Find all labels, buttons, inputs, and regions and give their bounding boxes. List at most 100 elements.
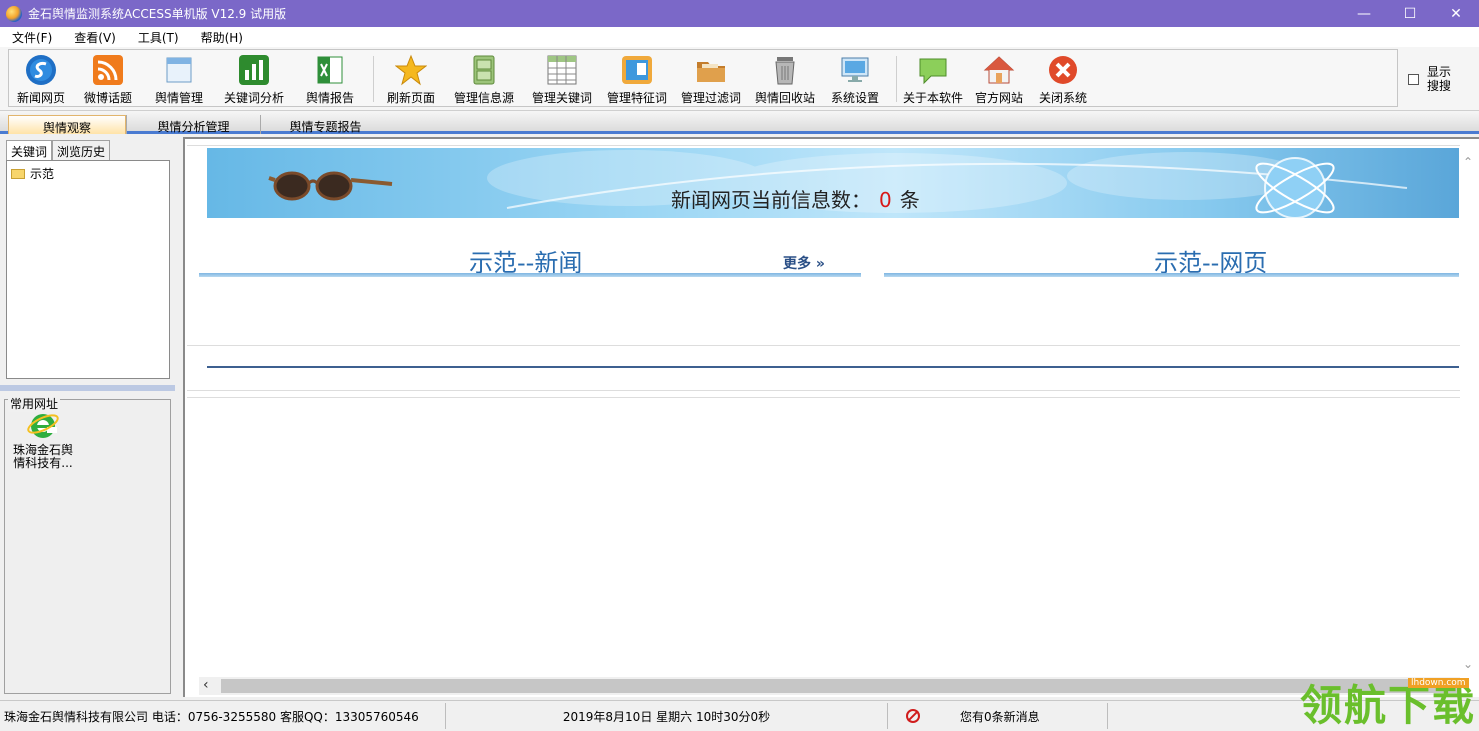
recycle-bin-button[interactable]: 舆情回收站 <box>755 54 815 106</box>
news-web-icon <box>25 54 57 86</box>
tree-item[interactable]: 示范 <box>11 165 169 182</box>
status-company: 珠海金石舆情科技有限公司 电话：0756-3255580 客服QQ：133057… <box>4 703 446 729</box>
show-search-toggle[interactable]: 显示搜搜 <box>1408 65 1455 93</box>
status-datetime: 2019年8月10日 星期六 10时30分0秒 <box>446 703 888 729</box>
link-label: 珠海金石舆情科技有... <box>12 443 73 470</box>
menu-file[interactable]: 文件(F) <box>0 29 63 46</box>
menu-help[interactable]: 帮助(H) <box>190 29 254 46</box>
content-frame <box>187 397 1460 398</box>
scroll-up-icon[interactable]: ⌃ <box>1463 155 1473 169</box>
folder-icon <box>695 54 727 86</box>
cabinet-icon <box>468 54 500 86</box>
watermark-text: 领航下载 <box>1300 681 1477 730</box>
menu-view[interactable]: 查看(V) <box>63 29 127 46</box>
banner-prefix: 新闻网页当前信息数： <box>671 188 871 212</box>
vertical-scrollbar[interactable]: ⌃ ⌄ <box>1460 153 1478 675</box>
rss-icon <box>92 54 124 86</box>
toolbar-panel: 新闻网页 微博话题 舆情管理 关键词分析 舆情报告 刷新页面 管理信息源 管理关… <box>8 49 1398 107</box>
scrollbar-thumb[interactable] <box>221 679 1457 693</box>
official-site-button[interactable]: 官方网站 <box>975 54 1023 106</box>
close-system-label: 关闭系统 <box>1039 91 1088 105</box>
menu-tools[interactable]: 工具(T) <box>127 29 190 46</box>
status-datetime-text: 2019年8月10日 星期六 10时30分0秒 <box>562 709 771 724</box>
scroll-down-icon[interactable]: ⌄ <box>1463 657 1473 671</box>
news-web-label: 新闻网页 <box>17 91 66 105</box>
keyword-analysis-label: 关键词分析 <box>224 91 285 105</box>
status-bar: 珠海金石舆情科技有限公司 电话：0756-3255580 客服QQ：133057… <box>0 700 1479 731</box>
window-controls: — ☐ ✕ <box>1341 0 1479 27</box>
app-icon <box>6 5 22 22</box>
chat-icon <box>917 54 949 86</box>
manage-features-button[interactable]: 管理特征词 <box>607 54 667 106</box>
manage-sources-button[interactable]: 管理信息源 <box>454 54 514 106</box>
tree-item-label: 示范 <box>30 167 55 181</box>
show-search-label: 显示搜搜 <box>1427 65 1452 93</box>
weibo-topic-button[interactable]: 微博话题 <box>84 54 132 106</box>
official-site-label: 官方网站 <box>975 91 1024 105</box>
content-area: 新闻网页当前信息数： 0 条 示范--新闻 更多 » 示范--网页 ⌃ ⌄ ‹ <box>183 137 1479 697</box>
weibo-topic-label: 微博话题 <box>84 91 133 105</box>
horizontal-scrollbar[interactable]: ‹ <box>199 677 1460 695</box>
keyword-tree: 示范 <box>6 160 170 379</box>
no-entry-icon <box>906 709 920 723</box>
status-messages[interactable]: 您有0条新消息 <box>888 703 1108 729</box>
excel-icon <box>314 54 346 86</box>
close-button[interactable]: ✕ <box>1433 0 1479 27</box>
minimize-button[interactable]: — <box>1341 0 1387 27</box>
about-software-button[interactable]: 关于本软件 <box>903 54 963 106</box>
home-icon <box>983 54 1015 86</box>
window-icon <box>163 54 195 86</box>
panel-splitter[interactable] <box>0 385 175 391</box>
manage-sources-label: 管理信息源 <box>454 91 515 105</box>
tab-browse-history[interactable]: 浏览历史 <box>52 140 111 160</box>
ie-browser-icon <box>27 409 59 441</box>
recycle-bin-icon <box>769 54 801 86</box>
refresh-page-button[interactable]: 刷新页面 <box>387 54 435 106</box>
sentiment-manage-label: 舆情管理 <box>155 91 204 105</box>
tab-sentiment-analysis[interactable]: 舆情分析管理 <box>126 115 260 134</box>
divider <box>207 366 1459 368</box>
left-subtabs: 关键词 浏览历史 <box>6 140 111 160</box>
show-search-checkbox[interactable] <box>1408 73 1419 85</box>
watermark: 领航下载 lhdown.com <box>1300 672 1476 731</box>
manage-keywords-button[interactable]: 管理关键词 <box>532 54 592 106</box>
close-system-button[interactable]: 关闭系统 <box>1039 54 1087 106</box>
info-banner: 新闻网页当前信息数： 0 条 <box>207 148 1459 218</box>
manage-filters-button[interactable]: 管理过滤词 <box>681 54 741 106</box>
menu-bar: 文件(F) 查看(V) 工具(T) 帮助(H) <box>0 27 1479 47</box>
web-underline <box>884 273 1459 277</box>
link-item[interactable]: 珠海金石舆情科技有... <box>8 409 78 470</box>
sentiment-manage-button[interactable]: 舆情管理 <box>155 54 203 106</box>
left-panel: 关键词 浏览历史 示范 常用网址 珠海金石舆情科技有... <box>0 137 175 698</box>
more-link[interactable]: 更多 » <box>783 253 825 273</box>
banner-unit: 条 <box>899 188 920 212</box>
toolbar-separator <box>373 56 374 102</box>
toolbar: 新闻网页 微博话题 舆情管理 关键词分析 舆情报告 刷新页面 管理信息源 管理关… <box>0 47 1479 111</box>
main-tabs: 舆情观察 舆情分析管理 舆情专题报告 <box>0 111 1479 135</box>
system-settings-button[interactable]: 系统设置 <box>831 54 879 106</box>
scroll-left-icon[interactable]: ‹ <box>203 677 209 693</box>
banner-text: 新闻网页当前信息数： 0 条 <box>671 184 920 213</box>
banner-count: 0 <box>879 188 892 212</box>
manage-features-label: 管理特征词 <box>607 91 668 105</box>
status-company-text: 珠海金石舆情科技有限公司 电话：0756-3255580 客服QQ：133057… <box>4 709 419 724</box>
sentiment-report-button[interactable]: 舆情报告 <box>306 54 354 106</box>
news-underline <box>199 273 861 277</box>
recycle-bin-label: 舆情回收站 <box>755 91 816 105</box>
keyword-analysis-button[interactable]: 关键词分析 <box>224 54 284 106</box>
table-icon <box>546 54 578 86</box>
bar-chart-icon <box>238 54 270 86</box>
tab-sentiment-observe[interactable]: 舆情观察 <box>8 115 126 135</box>
manage-keywords-label: 管理关键词 <box>532 91 593 105</box>
tab-topic-report[interactable]: 舆情专题报告 <box>260 115 390 134</box>
about-software-label: 关于本软件 <box>903 91 964 105</box>
toolbar-separator <box>896 56 897 102</box>
status-messages-text: 您有0条新消息 <box>960 709 1040 724</box>
content-frame <box>187 345 1460 391</box>
sentiment-report-label: 舆情报告 <box>306 91 355 105</box>
maximize-button[interactable]: ☐ <box>1387 0 1433 27</box>
star-icon <box>395 54 427 86</box>
news-web-button[interactable]: 新闻网页 <box>17 54 65 106</box>
tab-keywords[interactable]: 关键词 <box>6 140 53 160</box>
folder-icon <box>11 168 25 179</box>
